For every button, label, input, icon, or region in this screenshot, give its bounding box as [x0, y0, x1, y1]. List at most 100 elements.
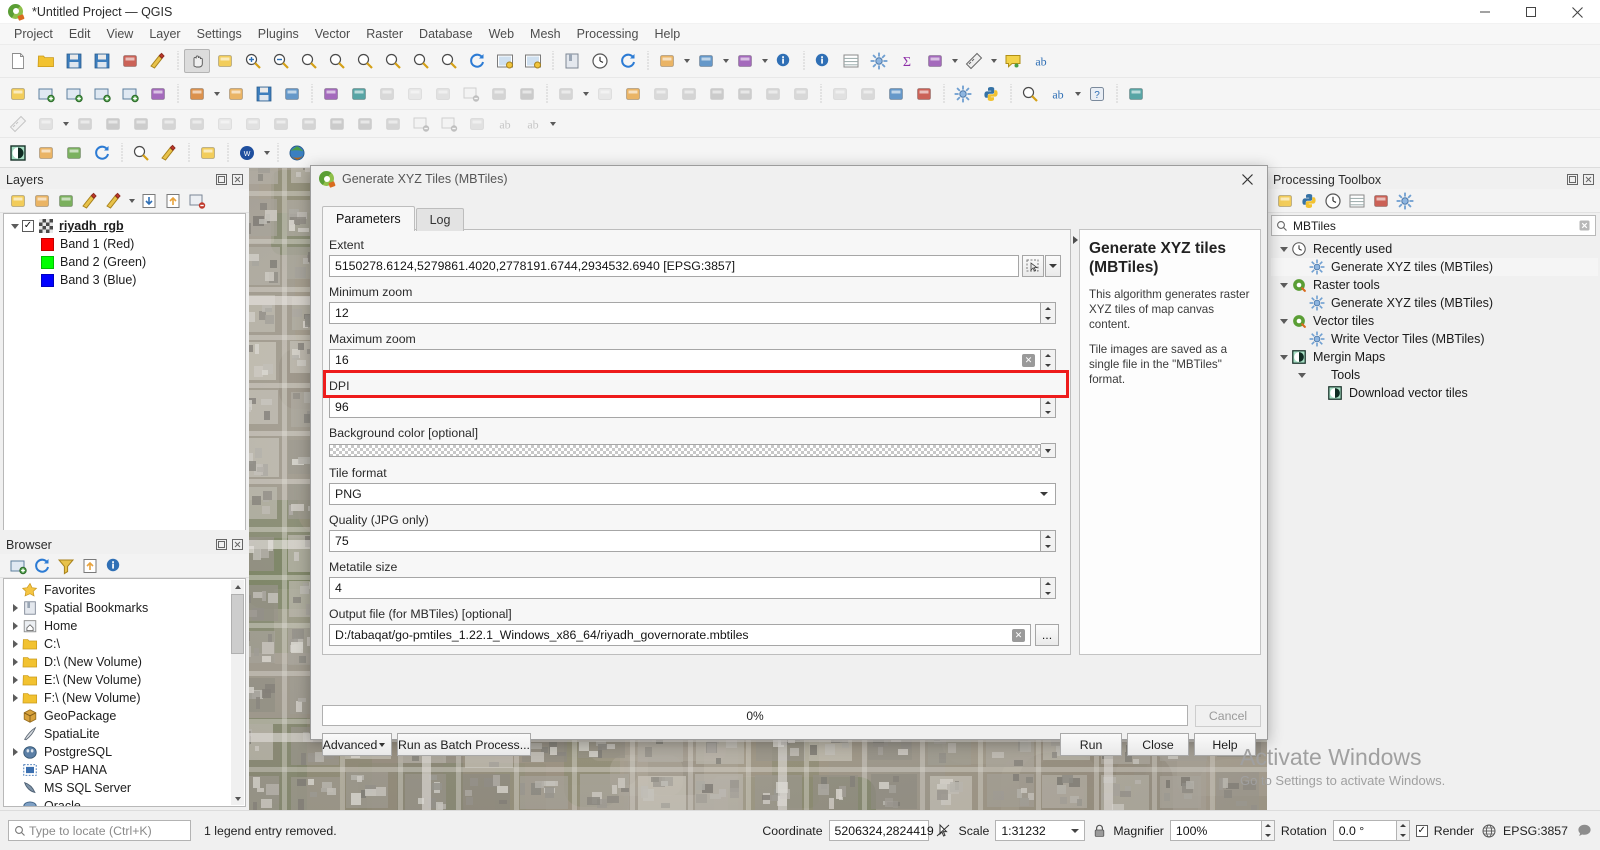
clear-icon[interactable]	[1577, 220, 1591, 231]
options-wrench-icon[interactable]	[1394, 191, 1416, 211]
save-project-icon[interactable]	[61, 49, 87, 73]
select-by-expression-icon[interactable]	[732, 49, 758, 73]
advanced-button[interactable]: Advanced	[322, 733, 392, 756]
processing-icon[interactable]	[950, 82, 976, 106]
close-icon[interactable]	[1233, 168, 1261, 190]
search-input[interactable]	[1291, 217, 1577, 234]
refresh-map-icon[interactable]	[615, 49, 641, 73]
search-layer-icon[interactable]	[128, 141, 154, 165]
dock-close-icon[interactable]	[231, 538, 245, 552]
plugin-manager-icon[interactable]	[1123, 82, 1149, 106]
new-project-icon[interactable]	[5, 49, 31, 73]
stepper-down-icon[interactable]	[1041, 313, 1055, 323]
chevron-down-icon[interactable]	[1037, 492, 1051, 496]
tab-parameters[interactable]: Parameters	[322, 206, 415, 231]
browser-item[interactable]: Oracle	[4, 797, 245, 806]
refresh-icon[interactable]	[464, 49, 490, 73]
collapse-all-icon[interactable]	[79, 556, 101, 576]
add-group-icon[interactable]	[31, 191, 53, 211]
layers-tree[interactable]: ✓ riyadh_rgb Band 1 (Red) Band 2 (Green)…	[3, 213, 246, 531]
collapse-all-icon[interactable]	[162, 191, 184, 211]
style-dock-icon[interactable]	[156, 141, 182, 165]
layer-visibility-checkbox[interactable]: ✓	[22, 220, 34, 232]
wkt-icon[interactable]: W	[234, 141, 260, 165]
metatile-size-stepper[interactable]	[1041, 577, 1056, 599]
browser-item[interactable]: E:\ (New Volume)	[4, 671, 245, 689]
menu-view[interactable]: View	[98, 25, 141, 43]
clear-icon[interactable]: ✕	[1022, 353, 1035, 367]
chevron-down-icon[interactable]	[1295, 366, 1309, 384]
band-item-green[interactable]: Band 2 (Green)	[4, 253, 245, 271]
processing-tree-item[interactable]: Mergin Maps	[1271, 348, 1598, 366]
scroll-down-icon[interactable]	[231, 792, 244, 805]
filter-legend-expression-icon[interactable]	[103, 191, 125, 211]
digitize-toolbar-icon[interactable]	[5, 82, 31, 106]
maximize-icon[interactable]	[1508, 0, 1554, 24]
zoom-next-icon[interactable]	[436, 49, 462, 73]
stepper-down-icon[interactable]	[1041, 588, 1055, 598]
dock-float-icon[interactable]	[215, 538, 229, 552]
messages-icon[interactable]	[1574, 823, 1594, 838]
filter-legend-icon[interactable]	[79, 191, 101, 211]
layer-item-riyadh-rgb[interactable]: ✓ riyadh_rgb	[4, 217, 245, 235]
scale-combo[interactable]: 1:31232	[995, 820, 1086, 841]
processing-tree-item[interactable]: Vector tiles	[1271, 312, 1598, 330]
stepper-up-icon[interactable]	[1041, 531, 1055, 541]
modify-attributes-icon[interactable]	[318, 82, 344, 106]
zoom-out-icon[interactable]	[268, 49, 294, 73]
zoom-native-icon[interactable]	[380, 49, 406, 73]
measure-line-icon[interactable]	[961, 49, 987, 73]
pan-map-icon[interactable]	[184, 49, 210, 73]
run-button[interactable]: Run	[1060, 733, 1122, 756]
chevron-down-icon[interactable]	[1072, 83, 1083, 105]
python-console-icon[interactable]	[978, 82, 1004, 106]
browser-item[interactable]: GeoPackage	[4, 707, 245, 725]
magnifier-field[interactable]: 100%	[1169, 820, 1262, 841]
chevron-right-icon[interactable]	[8, 635, 22, 653]
expand-all-icon[interactable]	[138, 191, 160, 211]
chevron-down-icon[interactable]	[681, 50, 692, 72]
rotation-field[interactable]: 0.0 °	[1332, 820, 1397, 841]
zoom-full-icon[interactable]	[296, 49, 322, 73]
locator-bar[interactable]: Type to locate (Ctrl+K)	[8, 820, 191, 841]
band-item-red[interactable]: Band 1 (Red)	[4, 235, 245, 253]
chevron-down-icon[interactable]	[988, 50, 999, 72]
metasearch-icon[interactable]	[1017, 82, 1043, 106]
metatile-size-input[interactable]: 4	[329, 577, 1041, 599]
add-plugin-icon[interactable]	[61, 141, 87, 165]
chevron-down-icon[interactable]	[211, 83, 222, 105]
zoom-last-icon[interactable]	[408, 49, 434, 73]
label-toolbar-icon[interactable]: ab	[1045, 82, 1071, 106]
menu-mesh[interactable]: Mesh	[522, 25, 569, 43]
chevron-right-icon[interactable]	[8, 599, 22, 617]
chevron-down-icon[interactable]	[580, 83, 591, 105]
help-contents-icon[interactable]: ?	[1084, 82, 1110, 106]
remove-layer-icon[interactable]	[186, 191, 208, 211]
browser-scrollbar[interactable]	[231, 580, 244, 805]
stepper-up-icon[interactable]	[1041, 303, 1055, 313]
close-button[interactable]: Close	[1127, 733, 1189, 756]
chevron-down-icon[interactable]	[8, 217, 22, 235]
chevron-right-icon[interactable]	[1072, 232, 1079, 248]
processing-algorithm-tree[interactable]: Recently used Generate XYZ tiles (MBTiles…	[1271, 240, 1598, 402]
zoom-to-layer-icon[interactable]	[352, 49, 378, 73]
split-features-icon[interactable]	[620, 82, 646, 106]
processing-tree-item[interactable]: Generate XYZ tiles (MBTiles)	[1271, 258, 1598, 276]
quality-stepper[interactable]	[1041, 530, 1056, 552]
menu-edit[interactable]: Edit	[61, 25, 99, 43]
stepper-down-icon[interactable]	[1262, 831, 1274, 841]
dock-float-icon[interactable]	[1566, 173, 1580, 187]
rotation-stepper[interactable]	[1396, 820, 1410, 841]
map-tips-icon[interactable]	[1000, 49, 1026, 73]
quality-input[interactable]: 75	[329, 530, 1041, 552]
stepper-down-icon[interactable]	[1041, 407, 1055, 417]
sync-project-icon[interactable]	[89, 141, 115, 165]
processing-tree-item[interactable]: Raster tools	[1271, 276, 1598, 294]
show-bookmarks-icon[interactable]	[559, 49, 585, 73]
results-viewer-icon[interactable]	[1346, 191, 1368, 211]
python-script-icon[interactable]	[1298, 191, 1320, 211]
show-form-icon[interactable]	[922, 49, 948, 73]
new-print-layout-icon[interactable]	[117, 49, 143, 73]
reverse-line-icon[interactable]	[883, 82, 909, 106]
open-layer-styling-icon[interactable]	[7, 191, 29, 211]
